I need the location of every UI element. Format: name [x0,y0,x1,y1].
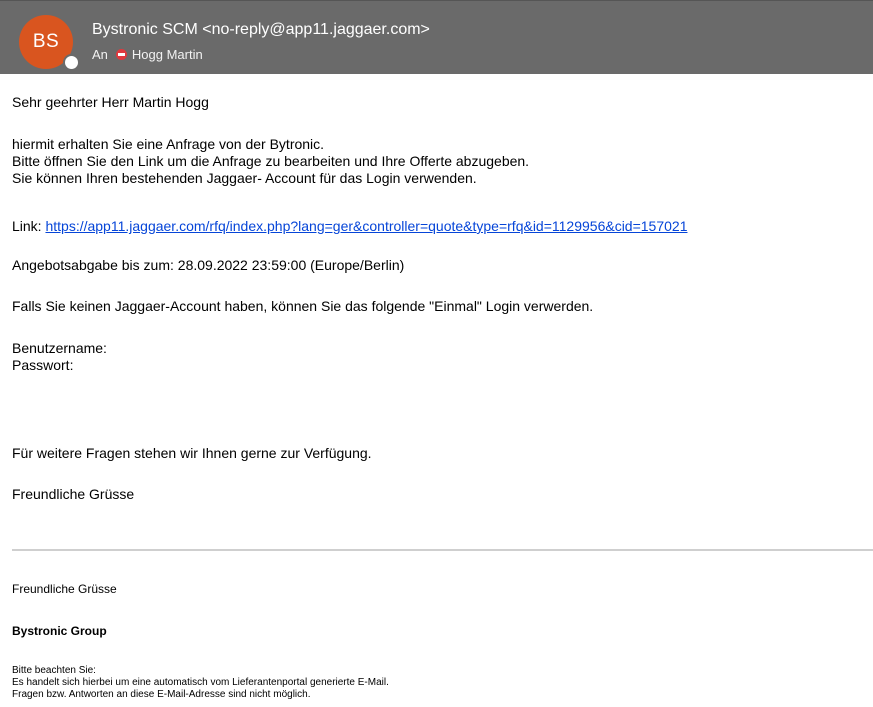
signature-closing: Freundliche Grüsse [12,582,117,596]
presence-status-icon [63,54,80,71]
auto-generated-note: Bitte beachten Sie: Es handelt sich hier… [12,665,389,701]
sender-address[interactable]: Bystronic SCM <no-reply@app11.jaggaer.co… [92,21,430,39]
questions-text: Für weitere Fragen stehen wir Ihnen gern… [12,445,372,461]
signature-divider [12,549,873,551]
rfq-link[interactable]: https://app11.jaggaer.com/rfq/index.php?… [45,218,687,234]
intro-paragraph: hiermit erhalten Sie eine Anfrage von de… [12,136,529,187]
closing-text: Freundliche Grüsse [12,486,135,502]
note-line: Fragen bzw. Antworten an diese E-Mail-Ad… [12,689,311,700]
link-paragraph: Link: https://app11.jaggaer.com/rfq/inde… [12,218,687,235]
salutation: Sehr geehrter Herr Martin Hogg [12,94,209,110]
do-not-disturb-icon [115,49,127,60]
note-line: Es handelt sich hierbei um eine automati… [12,677,389,688]
recipient-name[interactable]: Hogg Martin [132,47,203,62]
deadline-text: Angebotsabgabe bis zum: 28.09.2022 23:59… [12,257,405,273]
email-header: BS Bystronic SCM <no-reply@app11.jaggaer… [0,0,873,74]
password-label: Passwort: [12,357,74,373]
recipient-line: An Hogg Martin [92,47,203,62]
username-label: Benutzername: [12,340,107,356]
intro-line: Sie können Ihren bestehenden Jaggaer- Ac… [12,170,477,186]
to-label: An [92,47,108,62]
intro-line: Bitte öffnen Sie den Link um die Anfrage… [12,153,530,169]
note-line: Bitte beachten Sie: [12,665,96,676]
intro-line: hiermit erhalten Sie eine Anfrage von de… [12,136,325,152]
link-label: Link: [12,218,42,234]
signature-company: Bystronic Group [12,624,107,638]
credentials-block: Benutzername: Passwort: [12,340,107,374]
no-account-text: Falls Sie keinen Jaggaer-Account haben, … [12,298,594,314]
